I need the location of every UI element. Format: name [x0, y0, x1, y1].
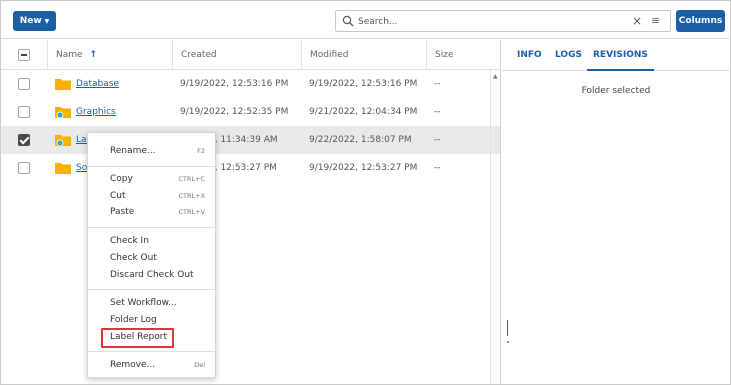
menu-item-label: Cut	[110, 191, 126, 201]
shared-folder-icon	[55, 135, 71, 146]
menu-separator	[88, 166, 215, 167]
menu-item-remove[interactable]: Remove... Del	[88, 357, 215, 374]
row-created: 9/19/2022, 12:52:35 PM	[180, 107, 289, 117]
row-name-link[interactable]: Graphics	[76, 98, 116, 126]
row-modified: 9/22/2022, 1:58:07 PM	[309, 135, 412, 145]
column-header-name-label: Name	[56, 50, 83, 60]
chevron-down-icon: ▼	[44, 17, 50, 25]
menu-item-label: Folder Log	[110, 315, 157, 325]
menu-item-check-in[interactable]: Check In	[88, 233, 215, 250]
columns-button[interactable]: Columns	[676, 10, 725, 32]
menu-item-label: Remove...	[110, 360, 156, 370]
menu-item-rename[interactable]: Rename... F2	[88, 143, 215, 160]
row-checkbox[interactable]	[18, 134, 30, 146]
table-row[interactable]: Lab 2, 11:34:39 AM 9/22/2022, 1:58:07 PM…	[1, 126, 501, 154]
highlight-box	[101, 328, 174, 348]
folder-icon	[55, 163, 71, 174]
row-modified: 9/19/2022, 12:53:16 PM	[309, 79, 418, 89]
details-panel: INFO LOGS REVISIONS Folder selected	[502, 40, 730, 384]
panel-tabs: INFO LOGS REVISIONS	[502, 40, 730, 71]
row-checkbox[interactable]	[18, 162, 30, 174]
menu-item-label: Set Workflow...	[110, 298, 177, 308]
close-icon[interactable]: ×	[632, 14, 642, 28]
table-row[interactable]: Graphics 9/19/2022, 12:52:35 PM 9/21/202…	[1, 98, 501, 126]
filter-icon[interactable]: ≌	[651, 14, 660, 27]
row-checkbox[interactable]	[18, 78, 30, 90]
table-row[interactable]: Sol 2, 12:53:27 PM 9/19/2022, 12:53:27 P…	[1, 154, 501, 182]
select-all-checkbox[interactable]	[18, 49, 30, 61]
menu-item-paste[interactable]: Paste CTRL+V	[88, 204, 215, 221]
menu-item-label: Paste	[110, 207, 135, 217]
menu-item-folder-log[interactable]: Folder Log	[88, 312, 215, 329]
search-box: × ≌	[335, 10, 671, 32]
row-size: --	[434, 79, 441, 89]
resize-handle[interactable]	[507, 320, 508, 336]
menu-separator	[88, 227, 215, 228]
menu-item-label: Check In	[110, 236, 149, 246]
menu-item-check-out[interactable]: Check Out	[88, 250, 215, 267]
row-created: 2, 12:53:27 PM	[209, 163, 277, 173]
shared-folder-icon	[55, 107, 71, 118]
panel-dot	[507, 341, 509, 343]
row-name-link[interactable]: Database	[76, 70, 119, 98]
column-header-size[interactable]: Size	[426, 40, 490, 70]
table-row[interactable]: Database 9/19/2022, 12:53:16 PM 9/19/202…	[1, 70, 501, 98]
folder-icon	[55, 79, 71, 90]
row-modified: 9/21/2022, 12:04:34 PM	[309, 107, 418, 117]
menu-item-set-workflow[interactable]: Set Workflow...	[88, 295, 215, 312]
search-input[interactable]	[358, 14, 608, 29]
tab-logs[interactable]: LOGS	[555, 40, 582, 71]
row-created: 9/19/2022, 12:53:16 PM	[180, 79, 289, 89]
panel-divider	[500, 40, 501, 384]
menu-separator	[88, 289, 215, 290]
menu-item-shortcut: F2	[197, 147, 205, 155]
menu-item-label: Rename...	[110, 146, 156, 156]
row-modified: 9/19/2022, 12:53:27 PM	[309, 163, 418, 173]
menu-item-label: Check Out	[110, 253, 157, 263]
menu-item-label: Copy	[110, 174, 133, 184]
column-header-modified[interactable]: Modified	[301, 40, 425, 70]
menu-item-copy[interactable]: Copy CTRL+C	[88, 171, 215, 188]
new-button[interactable]: New ▼	[13, 11, 56, 31]
toolbar: New ▼ × ≌ Columns	[1, 1, 730, 39]
tab-info[interactable]: INFO	[517, 40, 542, 71]
row-size: --	[434, 107, 441, 117]
new-button-label: New	[19, 16, 42, 26]
menu-item-shortcut: CTRL+V	[178, 208, 205, 216]
grid-header: Name ↑ Created Modified Size	[1, 40, 501, 70]
tab-revisions[interactable]: REVISIONS	[587, 40, 654, 71]
row-created: 2, 11:34:39 AM	[209, 135, 278, 145]
menu-item-label: Discard Check Out	[110, 270, 194, 280]
menu-item-shortcut: Del	[194, 361, 205, 369]
menu-item-cut[interactable]: Cut CTRL+X	[88, 188, 215, 205]
row-size: --	[434, 135, 441, 145]
row-checkbox[interactable]	[18, 106, 30, 118]
menu-item-shortcut: CTRL+C	[178, 175, 205, 183]
scroll-up-icon[interactable]: ▲	[493, 73, 498, 80]
column-header-name[interactable]: Name ↑	[47, 40, 171, 70]
search-icon	[342, 15, 354, 27]
panel-message: Folder selected	[581, 86, 651, 96]
column-header-created[interactable]: Created	[172, 40, 300, 70]
row-size: --	[434, 163, 441, 173]
file-grid: Name ↑ Created Modified Size Database 9/…	[1, 40, 501, 384]
menu-item-discard-check-out[interactable]: Discard Check Out	[88, 267, 215, 284]
menu-separator	[88, 351, 215, 352]
menu-item-shortcut: CTRL+X	[178, 192, 205, 200]
sort-arrow-up-icon: ↑	[89, 50, 97, 60]
